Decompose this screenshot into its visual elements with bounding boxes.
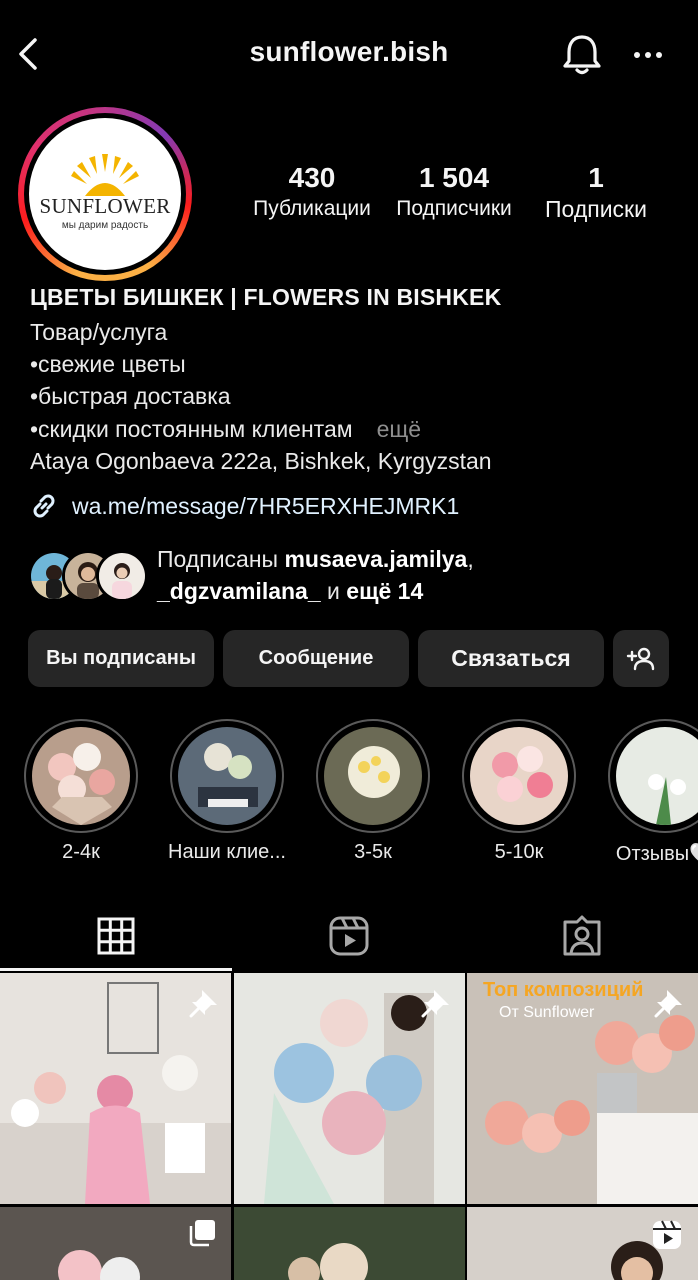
more-horizontal-icon <box>634 52 662 58</box>
add-user-icon <box>626 647 655 670</box>
highlight-item[interactable]: 2-4к <box>24 719 138 863</box>
grid-icon <box>97 917 135 955</box>
followed-prefix: Подписаны <box>157 546 285 572</box>
profile-link[interactable]: wa.me/message/7HR5ERXHEJMRK1 <box>28 488 459 524</box>
avatar <box>96 550 148 602</box>
highlight-cover <box>616 727 698 825</box>
reels-icon <box>329 916 369 956</box>
post-tile[interactable] <box>467 1207 698 1280</box>
following-count-label: Подписки <box>545 196 647 222</box>
post-overlay-subtitle: От Sunflower <box>499 1004 595 1021</box>
link-icon <box>33 494 55 518</box>
bio-more-link[interactable]: ещё <box>377 416 422 442</box>
tab-reels[interactable] <box>233 904 465 968</box>
highlight-item[interactable]: 5-10к <box>462 719 576 863</box>
bio-line: •быстрая доставка <box>30 383 231 409</box>
post-tile[interactable] <box>234 1207 465 1280</box>
tab-tagged[interactable] <box>466 904 698 968</box>
bio-line: •свежие цветы <box>30 351 186 377</box>
mutual-followers-avatars[interactable] <box>28 550 148 602</box>
followed-and: и <box>320 578 347 604</box>
pin-icon <box>421 990 449 1018</box>
logo-wordmark: SUNFLOWER <box>39 194 171 218</box>
profile-header: sunflower.bish <box>0 0 698 108</box>
notifications-button[interactable] <box>560 30 604 78</box>
sun-logo-icon <box>71 154 139 196</box>
highlight-cover <box>32 727 130 825</box>
post-tile[interactable] <box>234 973 465 1204</box>
mutual-followers-text[interactable]: Подписаны musaeva.jamilya, _dgzvamilana_… <box>157 543 474 607</box>
logo-tagline: мы дарим радость <box>61 220 149 231</box>
bell-icon <box>563 35 601 75</box>
post-tile[interactable]: Топ композиций От Sunflower <box>467 973 698 1204</box>
bio-line: •скидки постоянным клиентам <box>30 416 353 442</box>
pin-icon <box>654 990 682 1018</box>
sunflower-logo: SUNFLOWER мы дарим радость <box>29 118 181 270</box>
profile-category: Товар/услуга <box>30 319 168 345</box>
post-tile[interactable] <box>0 1207 231 1280</box>
followed-more: ещё 14 <box>346 578 424 604</box>
reel-icon <box>653 1220 681 1249</box>
active-tab-indicator <box>0 968 232 971</box>
followers-count-value: 1 504 <box>418 162 490 193</box>
followers-count[interactable]: 1 504 Подписчики <box>386 162 522 224</box>
followed-user: musaeva.jamilya <box>284 546 468 572</box>
following-count-value: 1 <box>588 162 604 193</box>
followed-user: _dgzvamilana_ <box>157 578 321 604</box>
profile-address[interactable]: Ataya Ogonbaeva 222a, Bishkek, Kyrgyzsta… <box>30 448 492 475</box>
post-image <box>234 1207 465 1280</box>
highlight-item[interactable]: Наши клие... <box>168 719 286 863</box>
posts-count-label: Публикации <box>253 197 371 220</box>
following-count[interactable]: 1 Подписки <box>530 162 662 224</box>
tab-grid[interactable] <box>0 904 232 968</box>
pin-icon <box>189 990 217 1018</box>
highlight-cover <box>470 727 568 825</box>
more-options-button[interactable] <box>628 38 672 72</box>
highlight-cover <box>324 727 422 825</box>
profile-link-text: wa.me/message/7HR5ERXHEJMRK1 <box>72 492 460 519</box>
message-button[interactable]: Сообщение <box>223 630 409 687</box>
post-tile[interactable] <box>0 973 231 1204</box>
contact-button[interactable]: Связаться <box>418 630 604 687</box>
suggested-users-button[interactable] <box>613 630 669 687</box>
posts-count[interactable]: 430 Публикации <box>246 162 378 224</box>
highlight-cover <box>178 727 276 825</box>
profile-display-name: ЦВЕТЫ БИШКЕК | FLOWERS IN BISHKEK <box>30 284 502 310</box>
followed-separator: , <box>467 546 474 572</box>
highlight-item[interactable]: 3-5к <box>316 719 430 863</box>
following-button[interactable]: Вы подписаны <box>28 630 214 687</box>
highlight-label: Отзывы🤍 <box>615 843 698 865</box>
bio-line-with-more: •скидки постоянным клиентам ещё <box>30 416 421 443</box>
post-overlay-title: Топ композиций <box>483 979 644 1001</box>
posts-count-value: 430 <box>288 162 336 193</box>
carousel-icon <box>189 1220 215 1247</box>
tagged-user-icon <box>563 915 601 956</box>
followers-count-label: Подписчики <box>396 197 512 220</box>
highlight-item[interactable]: Отзывы🤍 <box>608 719 698 865</box>
profile-avatar[interactable]: SUNFLOWER мы дарим радость <box>18 107 192 281</box>
